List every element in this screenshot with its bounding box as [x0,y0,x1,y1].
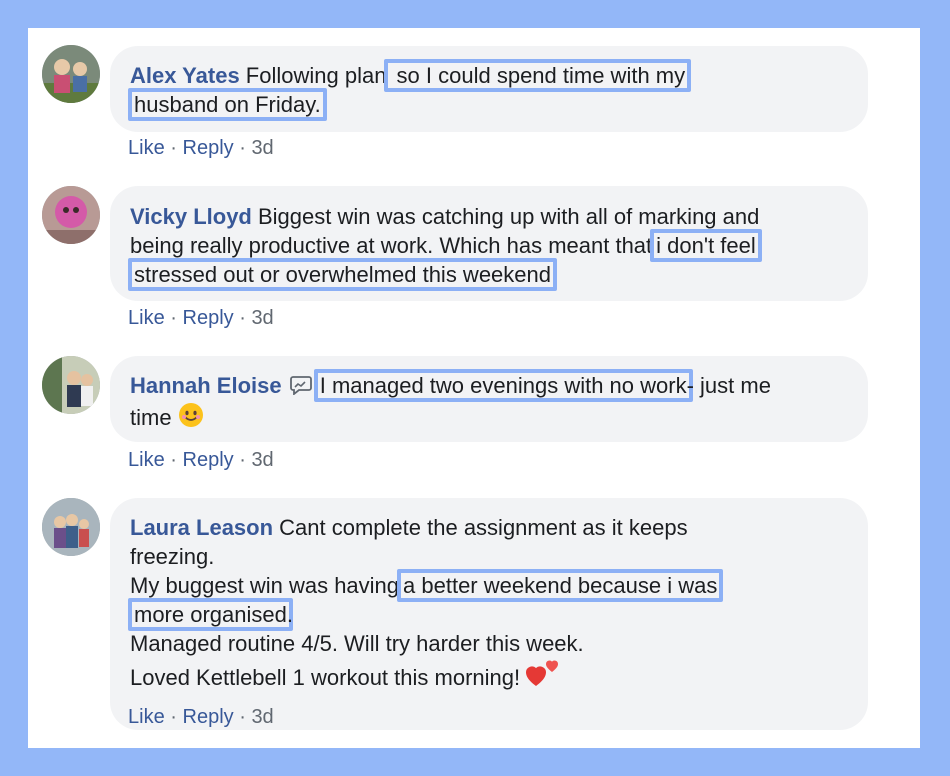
comment-text: Loved Kettlebell 1 workout this morning! [130,665,521,690]
reply-link[interactable]: Reply [183,137,234,159]
highlighted-text: husband on Friday. [128,88,327,121]
separator: · [170,137,177,159]
highlighted-text: stressed out or overwhelmed this weekend [128,258,557,291]
reply-link[interactable]: Reply [183,706,234,728]
comment-actions: Like · Reply · 3d [128,137,274,160]
highlighted-text: i don't feel [650,229,762,262]
like-link[interactable]: Like [128,449,165,471]
highlighted-text: I managed two evenings with no work [313,369,693,402]
timestamp[interactable]: 3d [251,137,273,159]
comment-bubble: Laura Leason Cant complete the assignmen… [110,498,868,730]
separator: · [239,449,246,471]
highlighted-text: so I could spend time with my [384,59,692,92]
comment-author[interactable]: Vicky Lloyd [130,204,252,229]
comments-panel: Alex Yates Following plan so I could spe… [28,28,920,748]
comment-bubble: Alex Yates Following plan so I could spe… [110,46,868,132]
separator: · [170,449,177,471]
comment-text: Managed routine 4/5. Will try harder thi… [130,631,584,656]
comment-author[interactable]: Laura Leason [130,515,273,540]
comment-text: Following plan [239,63,387,88]
reply-link[interactable]: Reply [183,449,234,471]
timestamp[interactable]: 3d [251,307,273,329]
comment-text: - just me [686,373,771,398]
comment-actions: Like · Reply · 3d [128,307,274,330]
like-link[interactable]: Like [128,137,165,159]
comment-text: . [286,602,293,627]
comment-author[interactable]: Alex Yates [130,63,240,88]
separator: · [239,137,246,159]
avatar[interactable] [42,498,100,556]
separator: · [170,307,177,329]
avatar[interactable] [42,356,100,414]
messenger-icon [289,373,312,402]
avatar[interactable] [42,186,100,244]
comment-bubble: Hannah Eloise I managed two evenings wit… [110,356,868,442]
highlighted-text: more organised [128,598,293,631]
comment-text: Biggest win was catching up with all of … [251,204,760,229]
comment-text: Cant complete the assignment as it keeps [273,515,688,540]
separator: · [239,706,246,728]
comment-text: freezing. [130,544,215,569]
avatar[interactable] [42,45,100,103]
separator: · [170,706,177,728]
separator: · [239,307,246,329]
comment-author[interactable]: Hannah Eloise [130,373,282,398]
smiling-face-emoji-icon [178,402,204,435]
like-link[interactable]: Like [128,706,165,728]
comment-actions: Like · Reply · 3d [128,449,274,472]
comment-text: being really productive at work. Which h… [130,233,653,258]
comment-bubble: Vicky Lloyd Biggest win was catching up … [110,186,868,301]
highlighted-text: a better weekend because i was [397,569,724,602]
reply-link[interactable]: Reply [183,307,234,329]
like-link[interactable]: Like [128,307,165,329]
comment-text: My buggest win was having [130,573,400,598]
two-hearts-emoji-icon [526,658,560,695]
timestamp[interactable]: 3d [251,449,273,471]
comment-text: time [130,405,172,430]
comment-actions: Like · Reply · 3d [128,706,274,729]
timestamp[interactable]: 3d [251,706,273,728]
